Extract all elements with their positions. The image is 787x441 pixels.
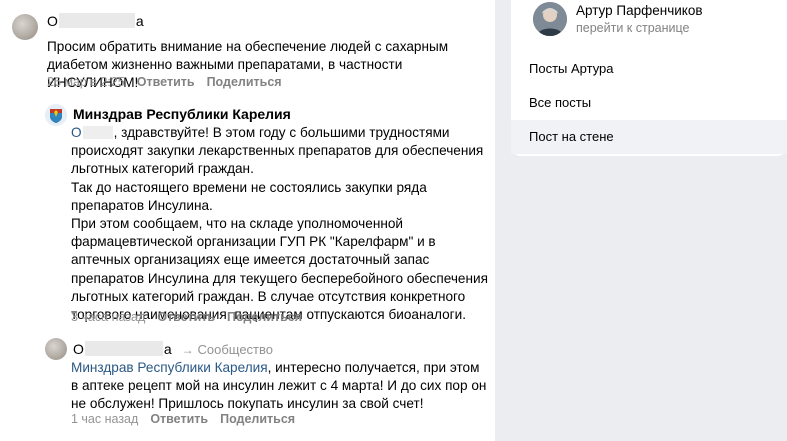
share-button[interactable]: Поделиться	[207, 75, 282, 89]
comment: Минздрав Республики Карелия О, здравству…	[0, 96, 495, 332]
profile-card[interactable]: Артур Парфенчиков перейти к странице	[511, 0, 787, 46]
share-button[interactable]: Поделиться	[227, 310, 302, 324]
menu-item-all-posts[interactable]: Все посты	[511, 86, 787, 120]
avatar[interactable]	[533, 2, 567, 36]
avatar[interactable]	[45, 104, 67, 126]
comment-meta: 1 час назад Ответить Поделиться	[71, 412, 307, 426]
comment-text-part: При этом сообщаем, что на складе уполном…	[71, 216, 488, 323]
comment-text: О, здравствуйте! В этом году с большими …	[71, 124, 489, 324]
comment-meta: 3 часа назад Ответить Поделиться	[71, 310, 314, 324]
censored-name	[82, 126, 113, 139]
reply-button[interactable]: Ответить	[137, 75, 195, 89]
comment-author[interactable]: Оа	[47, 13, 144, 29]
comment-text: Минздрав Республики Карелия, интересно п…	[71, 359, 489, 414]
addressee-initial: О	[71, 125, 82, 140]
menu-item-artur-posts[interactable]: Посты Артура	[511, 52, 787, 86]
avatar[interactable]	[45, 338, 67, 360]
share-button[interactable]: Поделиться	[220, 412, 295, 426]
reply-button[interactable]: Ответить	[157, 310, 215, 324]
censored-name	[84, 341, 163, 356]
comment: Оа → Сообщество Минздрав Республики Каре…	[0, 332, 495, 441]
profile-page-link[interactable]: перейти к странице	[576, 21, 689, 35]
comment-text-part: , здравствуйте! В этом году с большими т…	[71, 125, 484, 177]
posts-menu: Посты Артура Все посты Пост на стене	[511, 46, 787, 156]
addressee-link[interactable]: О	[71, 125, 114, 140]
comment-meta: 26 мар в 2:25 Ответить Поделиться	[47, 75, 294, 89]
comments-feed: Оа Просим обратить внимание на обеспечен…	[0, 0, 495, 441]
comment-text-part: Так до настоящего времени не состоялись …	[71, 179, 427, 213]
author-initial: О	[73, 341, 84, 357]
comment-author[interactable]: Минздрав Республики Карелия	[73, 106, 291, 122]
author-end: а	[163, 341, 172, 357]
menu-item-wall-post[interactable]: Пост на стене	[511, 120, 787, 154]
profile-name[interactable]: Артур Парфенчиков	[576, 3, 703, 18]
comment-time[interactable]: 26 мар в 2:25	[47, 75, 125, 89]
author-end: а	[135, 13, 144, 29]
author-initial: О	[47, 13, 58, 29]
comment-author[interactable]: Оа → Сообщество	[73, 341, 273, 357]
author-name: Минздрав Республики Карелия	[73, 106, 291, 122]
coat-of-arms-icon	[45, 104, 67, 126]
profile-photo-icon	[533, 2, 567, 36]
mention-link[interactable]: Минздрав Республики Карелия	[71, 360, 268, 375]
comment-time[interactable]: 1 час назад	[71, 412, 138, 426]
arrow-icon: →	[181, 343, 194, 357]
avatar[interactable]	[12, 14, 38, 40]
reply-button[interactable]: Ответить	[150, 412, 208, 426]
community-tag[interactable]: Сообщество	[197, 342, 273, 357]
comment-time[interactable]: 3 часа назад	[71, 310, 145, 324]
comment: Оа Просим обратить внимание на обеспечен…	[0, 0, 495, 96]
censored-name	[58, 13, 135, 28]
sidebar: Артур Парфенчиков перейти к странице Пос…	[511, 0, 787, 441]
